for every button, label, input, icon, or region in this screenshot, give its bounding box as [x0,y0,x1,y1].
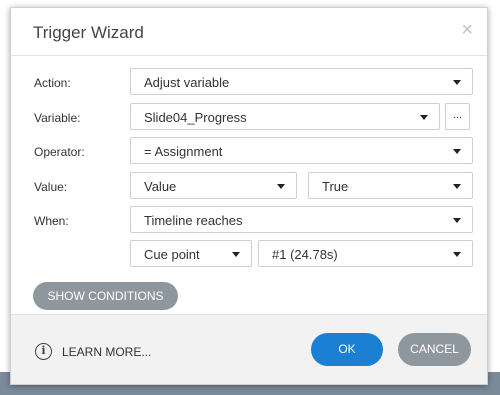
learn-more-label: LEARN MORE... [62,345,152,359]
chevron-down-icon [232,252,240,257]
variable-label: Variable: [34,111,81,125]
close-icon[interactable]: × [461,20,473,40]
chevron-down-icon [420,115,428,120]
show-conditions-button[interactable]: SHOW CONDITIONS [33,282,178,310]
when-label: When: [34,214,69,228]
cue-type-select-value: Cue point [144,247,200,262]
ok-button[interactable]: OK [311,333,383,366]
chevron-down-icon [453,184,461,189]
when-select-value: Timeline reaches [144,213,243,228]
value-label: Value: [34,180,68,194]
when-select[interactable]: Timeline reaches [130,206,473,233]
dialog-header: Trigger Wizard × [11,8,487,56]
cue-point-select[interactable]: #1 (24.78s) [258,240,473,267]
cue-type-select[interactable]: Cue point [130,240,252,267]
operator-select-value: = Assignment [144,144,223,159]
trigger-wizard-dialog: Trigger Wizard × Action: Adjust variable… [10,7,488,385]
action-label: Action: [34,76,71,90]
dialog-body: Action: Adjust variable Variable: Slide0… [11,56,487,314]
variable-select[interactable]: Slide04_Progress [130,103,440,130]
variable-more-button[interactable]: ... [445,103,470,130]
dialog-title: Trigger Wizard [33,23,144,42]
chevron-down-icon [277,184,285,189]
chevron-down-icon [453,80,461,85]
value-select[interactable]: True [308,172,473,199]
chevron-down-icon [453,149,461,154]
variable-select-value: Slide04_Progress [144,110,247,125]
info-icon: i [35,343,52,360]
value-type-select-value: Value [144,179,177,194]
operator-label: Operator: [34,145,85,159]
value-type-select[interactable]: Value [130,172,297,199]
cue-point-select-value: #1 (24.78s) [272,247,338,262]
chevron-down-icon [453,218,461,223]
action-select[interactable]: Adjust variable [130,68,473,95]
value-select-value: True [322,179,349,194]
action-select-value: Adjust variable [144,75,230,90]
operator-select[interactable]: = Assignment [130,137,473,164]
cancel-button[interactable]: CANCEL [398,333,471,366]
chevron-down-icon [453,252,461,257]
dialog-footer: i LEARN MORE... OK CANCEL [11,314,487,384]
